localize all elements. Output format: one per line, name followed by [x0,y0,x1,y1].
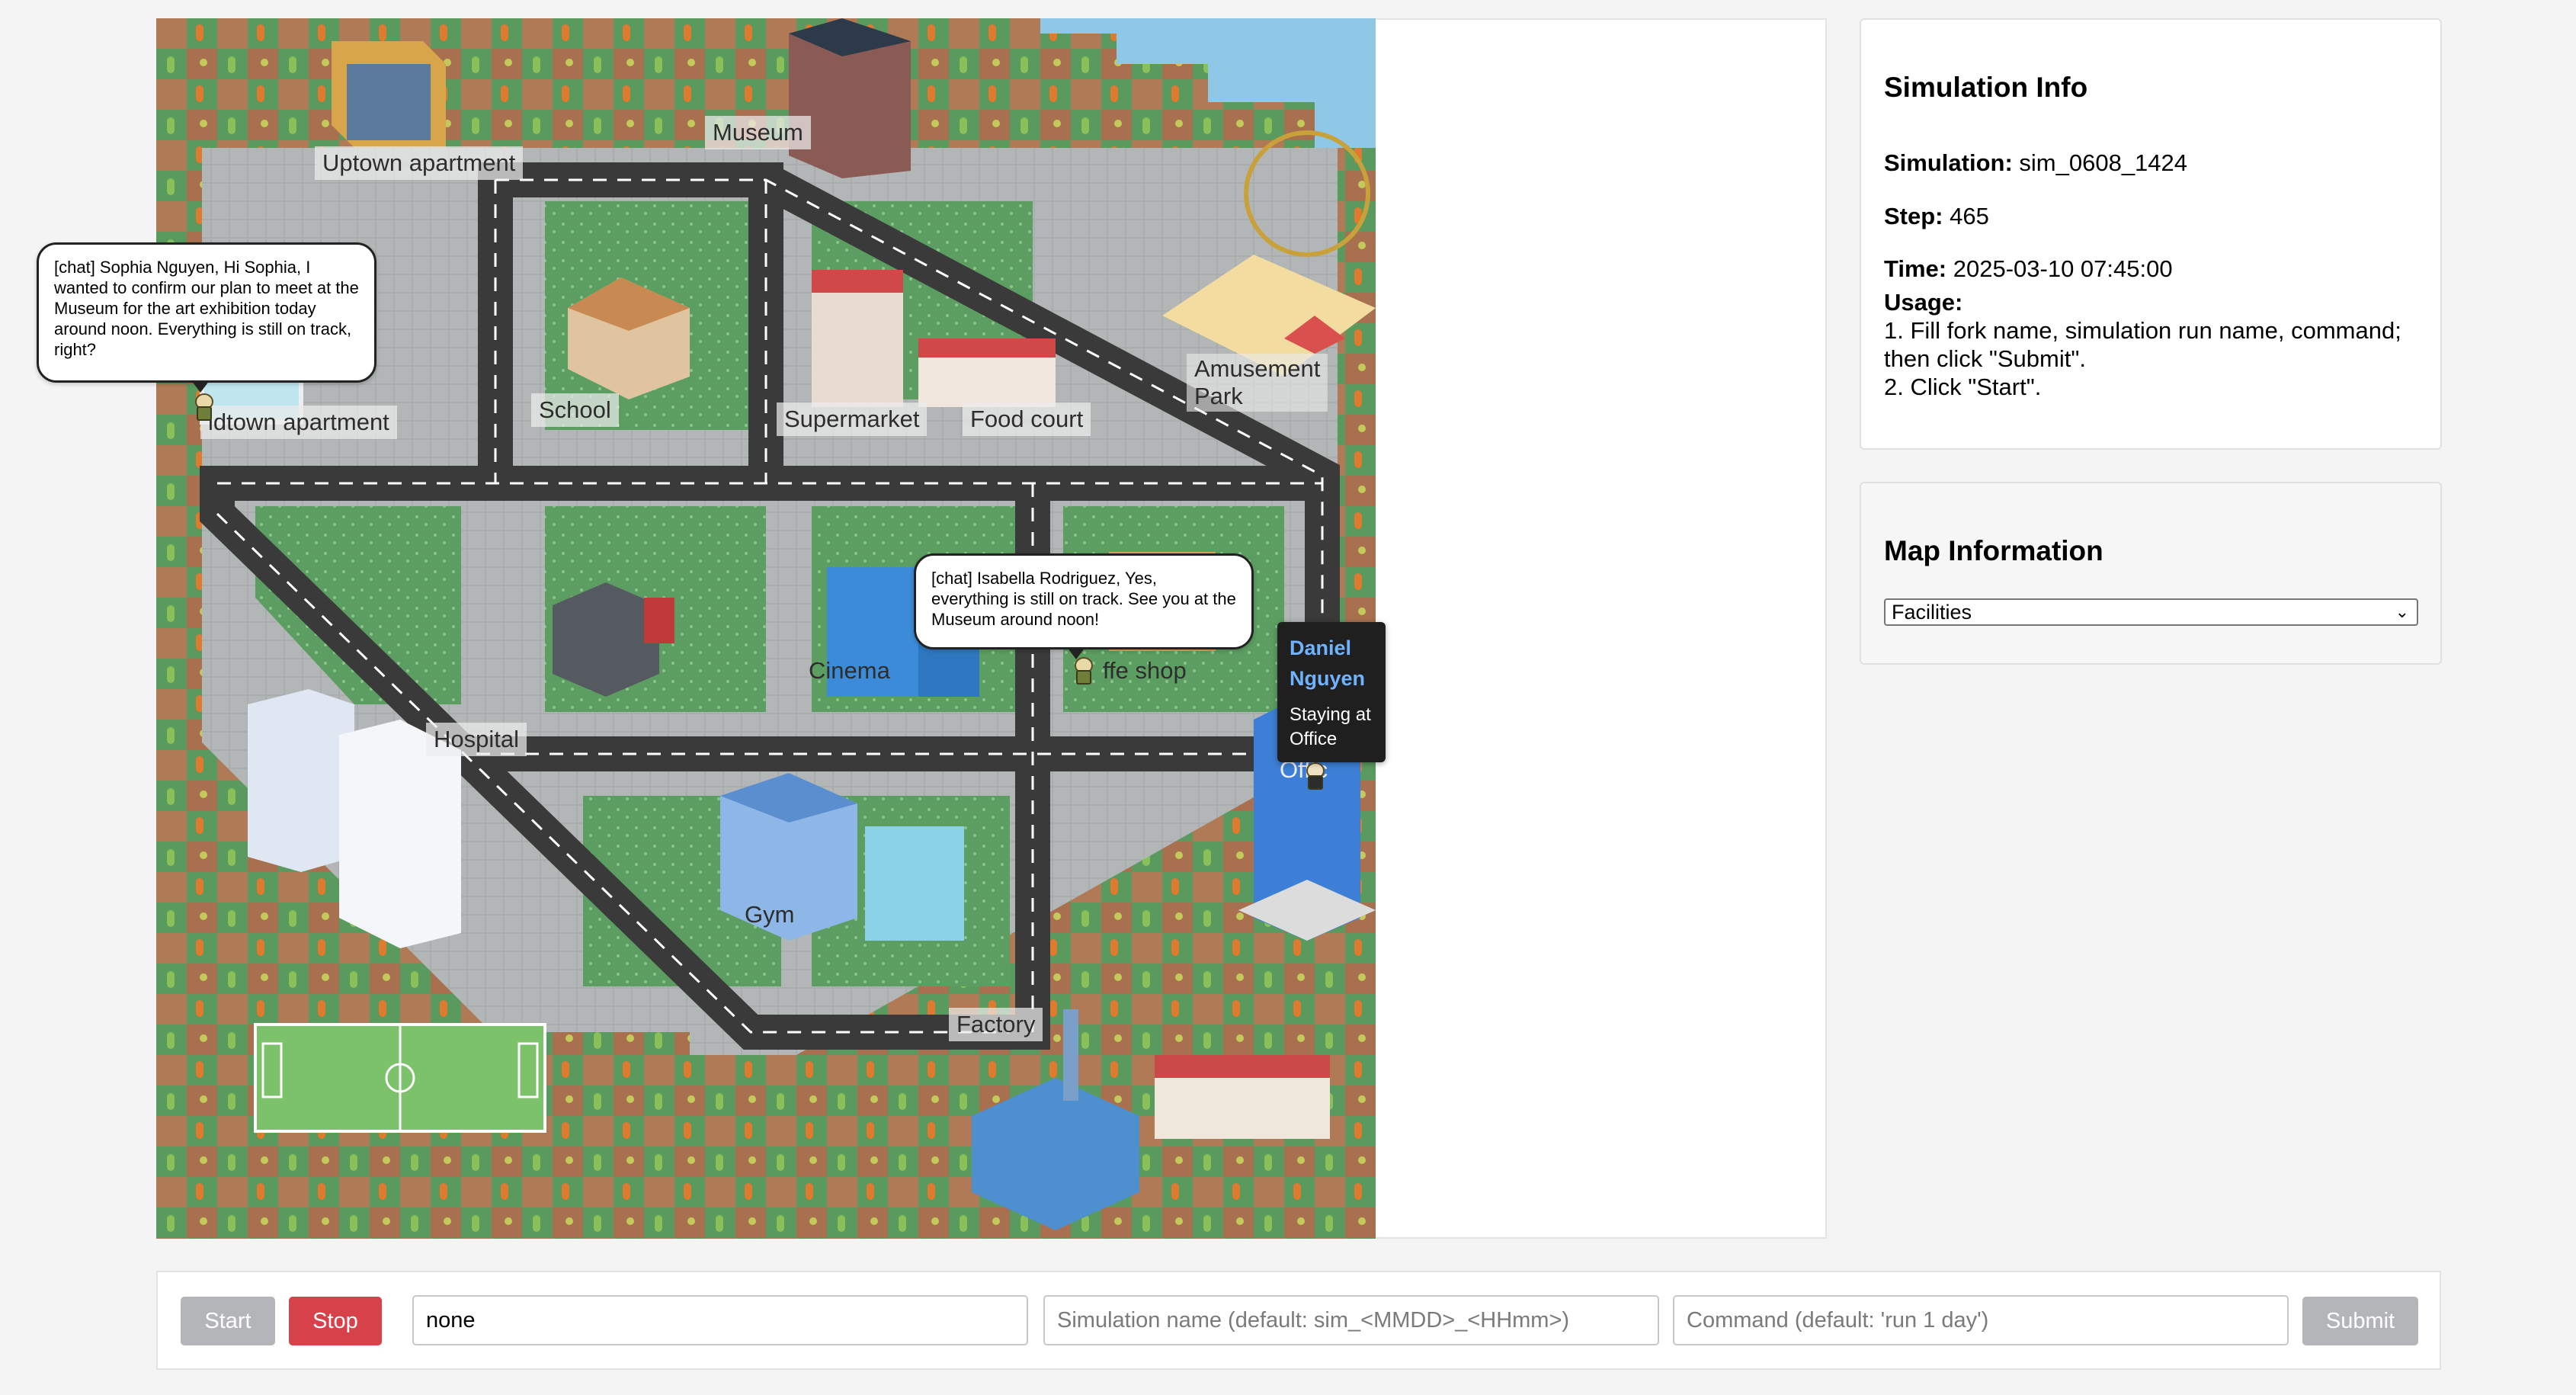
map-layer-select[interactable]: Facilities ⌄ [1884,598,2418,626]
location-label-cinema: Cinema [809,657,890,684]
simulation-label: Simulation: [1884,149,2013,176]
step-label: Step: [1884,203,1943,229]
simulation-value: sim_0608_1424 [2019,149,2188,176]
usage-line-2: 2. Click "Start". [1884,374,2042,400]
chevron-down-icon: ⌄ [2395,602,2409,621]
tooltip-agent-name: Daniel Nguyen [1290,637,1366,690]
step-value: 465 [1950,203,1989,229]
location-label-uptown-apartment: Uptown apartment [315,146,524,180]
usage-block: Usage: 1. Fill fork name, simulation run… [1884,288,2440,401]
time-value: 2025-03-10 07:45:00 [1953,255,2173,282]
step-row: Step: 465 [1884,203,1989,230]
fork-name-input[interactable]: none [412,1295,1028,1345]
location-label-amusement-park: Amusement Park [1187,354,1328,412]
chat-bubble-sophia: [chat] Sophia Nguyen, Hi Sophia, I wante… [37,242,376,393]
start-button[interactable]: Start [181,1297,275,1345]
agent-sprite-isabella[interactable] [1071,657,1094,685]
location-label-food-court: Food court [963,402,1091,436]
usage-label: Usage: [1884,289,1963,316]
location-label-coffee-shop: ffe shop [1103,657,1187,684]
simulation-name-input[interactable]: Simulation name (default: sim_<MMDD>_<HH… [1043,1295,1659,1345]
agent-sprite-sophia[interactable] [191,393,214,421]
location-label-museum: Museum [705,116,811,149]
location-label-factory: Factory [949,1008,1043,1041]
map-layer-selected-value: Facilities [1892,601,1972,624]
amusement-label-line1: Amusement [1194,355,1321,382]
tooltip-agent-status: Staying at Office [1290,704,1371,749]
agent-tooltip: Daniel Nguyen Staying at Office [1277,622,1386,762]
chat-bubble-isabella: [chat] Isabella Rodriguez, Yes, everythi… [914,553,1254,659]
location-label-supermarket: Supermarket [777,402,928,436]
location-label-midtown-apartment: idtown apartment [200,406,397,439]
stop-button[interactable]: Stop [289,1297,382,1345]
simulation-info-panel: Simulation Info Simulation: sim_0608_142… [1860,18,2442,450]
submit-button[interactable]: Submit [2302,1297,2418,1345]
command-input[interactable]: Command (default: 'run 1 day') [1673,1295,2289,1345]
location-label-hospital: Hospital [426,723,527,756]
usage-line-1: 1. Fill fork name, simulation run name, … [1884,317,2401,372]
location-label-school: School [531,393,619,427]
control-bar: Start Stop none Simulation name (default… [156,1271,2441,1370]
location-label-gym: Gym [745,901,795,928]
map-information-panel: Map Information Facilities ⌄ [1860,482,2442,665]
time-row: Time: 2025-03-10 07:45:00 [1884,255,2173,283]
agent-sprite-daniel[interactable] [1302,762,1325,790]
uptown-building [332,41,446,148]
simulation-info-title: Simulation Info [1884,72,2088,103]
map-information-title: Map Information [1884,535,2103,566]
simulation-name-row: Simulation: sim_0608_1424 [1884,149,2187,177]
time-label: Time: [1884,255,1947,282]
amusement-label-line2: Park [1194,383,1243,409]
